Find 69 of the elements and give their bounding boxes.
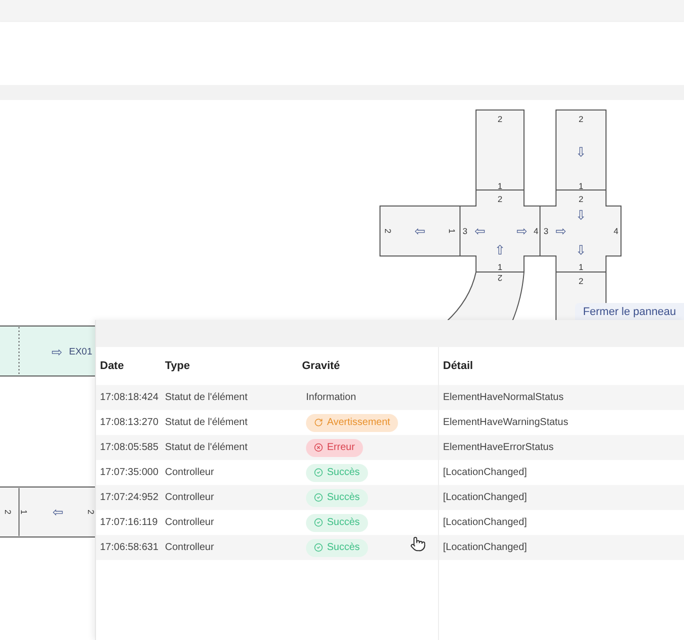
check-icon	[314, 543, 323, 552]
severity-badge: Succès	[306, 514, 368, 532]
table-cell-text: 17:07:16:119	[100, 516, 158, 530]
port-number: 1	[447, 228, 457, 234]
table-cell-text: [LocationChanged]	[443, 491, 527, 505]
table-cell-text: 17:07:24:952	[100, 491, 158, 505]
close-panel-button[interactable]: Fermer le panneau	[575, 303, 684, 321]
direction-arrow: ⇨	[556, 224, 566, 238]
port-number: 2	[86, 510, 96, 514]
table-cell-text: Controlleur	[165, 516, 214, 530]
table-cell-text: Statut de l'élément	[165, 416, 248, 430]
table-cell-text: 17:08:13:270	[100, 416, 158, 430]
table-cell-text: 17:08:18:424	[100, 391, 158, 405]
table-cell-text: 17:07:35:000	[100, 466, 158, 480]
port-number: 3	[544, 226, 548, 236]
table-cell-text: [LocationChanged]	[443, 516, 527, 530]
check-icon	[314, 493, 323, 502]
table-cell-text: Controlleur	[165, 466, 214, 480]
table-cell-text: ElementHaveWarningStatus	[443, 416, 568, 430]
port-number: 2	[578, 114, 584, 124]
table-cell-text: [LocationChanged]	[443, 466, 527, 480]
table-cell-text: 17:08:05:585	[100, 441, 158, 455]
direction-arrow: ⇨	[52, 344, 62, 360]
check-icon	[314, 518, 323, 527]
column-header: Détail	[443, 358, 473, 374]
direction-arrow: ⇨	[516, 224, 528, 238]
direction-arrow: ⇧	[494, 242, 506, 258]
direction-arrow: ⇦	[414, 224, 426, 238]
port-number: 1	[498, 262, 502, 272]
error-icon	[314, 443, 323, 452]
severity-badge: Erreur	[306, 438, 363, 456]
severity-badge: Succès	[306, 538, 368, 556]
port-number: 2	[578, 194, 584, 204]
port-number: 4	[534, 226, 538, 236]
port-number: 2	[578, 276, 584, 286]
exit-label: EX01	[69, 346, 92, 358]
severity-badge: Succès	[306, 464, 368, 482]
refresh-icon	[314, 418, 323, 427]
port-number: 2	[3, 510, 13, 514]
direction-arrow: ⇦	[474, 224, 486, 238]
column-header: Type	[165, 358, 190, 374]
column-header: Date	[100, 358, 124, 374]
port-number: 2	[498, 273, 502, 283]
severity-badge: Succès	[306, 488, 368, 506]
port-number: 1	[498, 181, 502, 191]
check-icon	[314, 468, 323, 477]
port-number: 4	[614, 226, 618, 236]
table-cell-text: ElementHaveNormalStatus	[443, 391, 564, 405]
table-cell-text: Statut de l'élément	[165, 391, 248, 405]
column-header: Gravité	[302, 358, 340, 374]
direction-arrow: ⇩	[576, 208, 586, 222]
table-cell-text: Statut de l'élément	[165, 441, 248, 455]
port-number: 3	[462, 226, 468, 236]
table-cell-text: 17:06:58:631	[100, 541, 158, 555]
severity-badge: Avertissement	[306, 414, 398, 432]
port-number: 1	[19, 510, 29, 514]
port-number: 2	[498, 114, 502, 124]
direction-arrow: ⇩	[576, 242, 586, 258]
severity-text: Information	[306, 391, 356, 405]
port-number: 1	[578, 181, 584, 191]
port-number: 1	[578, 262, 584, 272]
port-number: 2	[383, 228, 393, 234]
port-number: 2	[498, 194, 502, 204]
table-cell-text: Controlleur	[165, 491, 214, 505]
table-cell-text: ElementHaveErrorStatus	[443, 441, 554, 455]
direction-arrow: ⇩	[576, 144, 586, 160]
table-cell-text: Controlleur	[165, 541, 214, 555]
table-cell-text: [LocationChanged]	[443, 541, 527, 555]
direction-arrow: ⇦	[52, 504, 64, 520]
